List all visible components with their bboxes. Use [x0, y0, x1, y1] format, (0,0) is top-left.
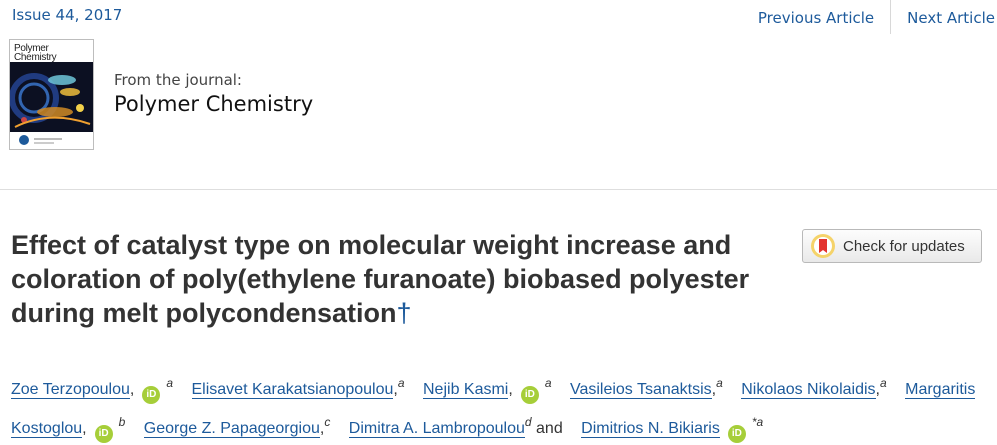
check-for-updates-label: Check for updates	[843, 237, 965, 255]
author-separator: ,	[129, 381, 135, 398]
author-link[interactable]: Dimitra A. Lambropoulou	[348, 420, 525, 438]
author-link[interactable]: Dimitrios N. Bikiaris	[581, 420, 720, 438]
author-link[interactable]: Elisavet Karakatsianopoulou	[191, 381, 394, 399]
next-article-link[interactable]: Next Article	[891, 8, 997, 40]
author-entry: Dimitra A. Lambropouloud and	[348, 415, 563, 438]
check-for-updates-button[interactable]: Check for updates	[802, 229, 982, 263]
cover-title: Polymer Chemistry	[14, 43, 57, 63]
affiliation-marker: d	[524, 415, 532, 429]
orcid-icon[interactable]: iD	[94, 425, 113, 443]
author-separator: ,	[508, 381, 513, 398]
affiliation-marker: *a	[751, 415, 764, 429]
author-entry: Vasileios Tsanaktsis,a	[569, 376, 723, 399]
cover-artwork	[10, 62, 93, 149]
header-divider	[0, 189, 997, 190]
footnote-dagger-link[interactable]: †	[397, 298, 412, 328]
author-entry: Zoe Terzopoulou, iD a	[11, 376, 173, 404]
author-entry: Dimitrios N. Bikiaris iD *a	[581, 415, 763, 443]
orcid-icon[interactable]: iD	[520, 386, 539, 404]
check-for-updates-icon	[811, 234, 835, 258]
journal-name-link[interactable]: Polymer Chemistry	[114, 92, 313, 116]
article-nav: Previous Article Next Article	[742, 0, 997, 40]
author-entry: Elisavet Karakatsianopoulou,a	[191, 376, 405, 399]
article-title-text: Effect of catalyst type on molecular wei…	[11, 230, 750, 328]
author-link[interactable]: Vasileios Tsanaktsis	[569, 381, 712, 399]
affiliation-marker: a	[879, 376, 887, 390]
author-entry: George Z. Papageorgiou,c	[143, 415, 330, 438]
affiliation-marker: a	[544, 376, 552, 390]
author-link[interactable]: George Z. Papageorgiou	[143, 420, 320, 438]
from-journal-label: From the journal:	[114, 71, 242, 89]
author-link[interactable]: Nikolaos Nikolaidis	[741, 381, 876, 399]
author-entry: Nikolaos Nikolaidis,a	[741, 376, 887, 399]
affiliation-marker: a	[716, 376, 723, 390]
orcid-icon[interactable]: iD	[727, 425, 746, 443]
journal-cover[interactable]: Polymer Chemistry	[9, 39, 94, 150]
author-separator: and	[531, 420, 563, 437]
author-link[interactable]: Nejib Kasmi	[423, 381, 509, 399]
orcid-icon[interactable]: iD	[142, 386, 161, 404]
affiliation-marker: b	[118, 415, 126, 429]
previous-article-link[interactable]: Previous Article	[742, 8, 890, 40]
issue-link[interactable]: Issue 44, 2017	[12, 6, 122, 24]
affiliation-marker: a	[166, 376, 174, 390]
author-list: Zoe Terzopoulou, iD a Elisavet Karakatsian…	[11, 367, 989, 445]
affiliation-marker: c	[324, 415, 331, 429]
author-entry: Nejib Kasmi, iD a	[423, 376, 552, 404]
article-title: Effect of catalyst type on molecular wei…	[11, 228, 791, 330]
affiliation-marker: a	[397, 376, 405, 390]
author-link[interactable]: Zoe Terzopoulou	[11, 381, 130, 399]
author-separator: ,	[82, 420, 87, 437]
